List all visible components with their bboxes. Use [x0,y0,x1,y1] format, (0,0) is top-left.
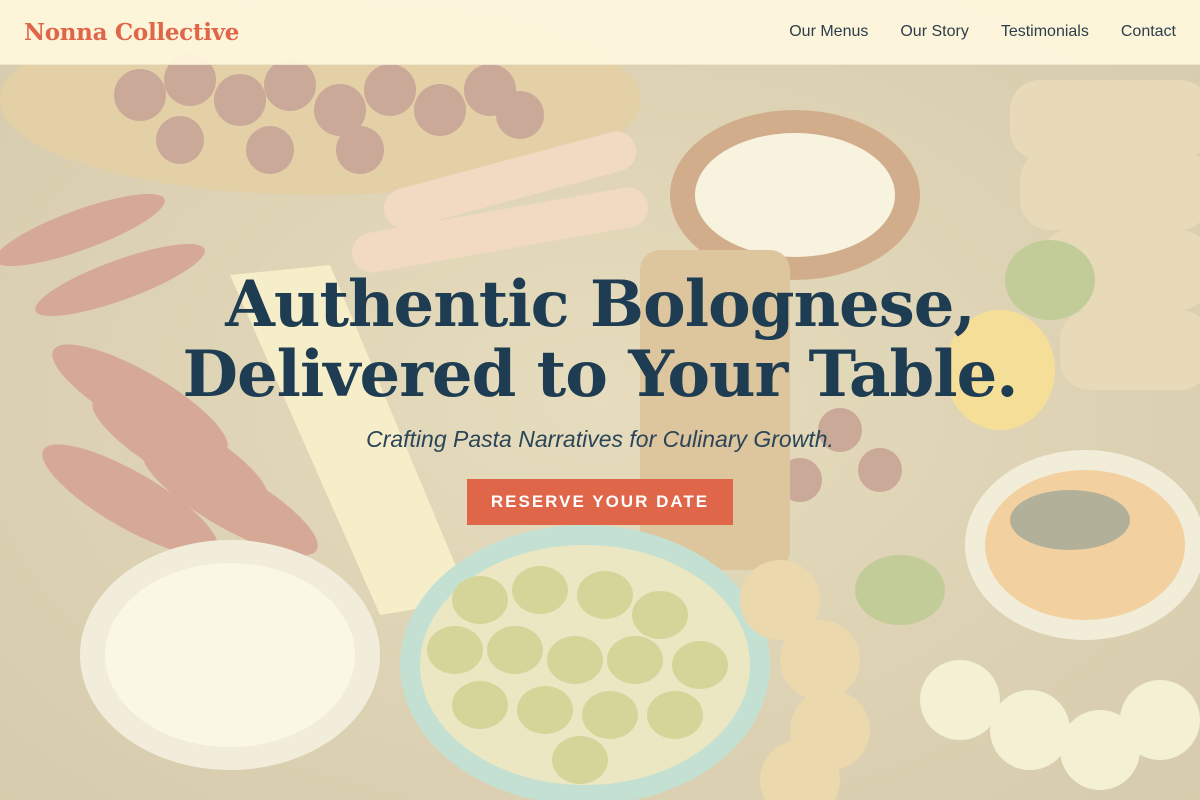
headline-line-1: Authentic Bolognese, [225,267,975,342]
headline-line-2: Delivered to Your Table. [182,337,1018,412]
reserve-date-button[interactable]: RESERVE YOUR DATE [466,479,734,525]
nav-link-contact[interactable]: Contact [1121,23,1176,41]
main-nav: Our Menus Our Story Testimonials Contact [789,23,1176,41]
hero-tagline: Crafting Pasta Narratives for Culinary G… [366,426,834,452]
hero-section: Authentic Bolognese, Delivered to Your T… [0,270,1200,525]
brand-logo[interactable]: Nonna Collective [24,19,239,46]
nav-link-our-story[interactable]: Our Story [900,23,968,41]
nav-link-testimonials[interactable]: Testimonials [1001,23,1089,41]
hero-headline: Authentic Bolognese, Delivered to Your T… [0,270,1200,410]
site-header: Nonna Collective Our Menus Our Story Tes… [0,0,1200,65]
nav-link-our-menus[interactable]: Our Menus [789,23,868,41]
